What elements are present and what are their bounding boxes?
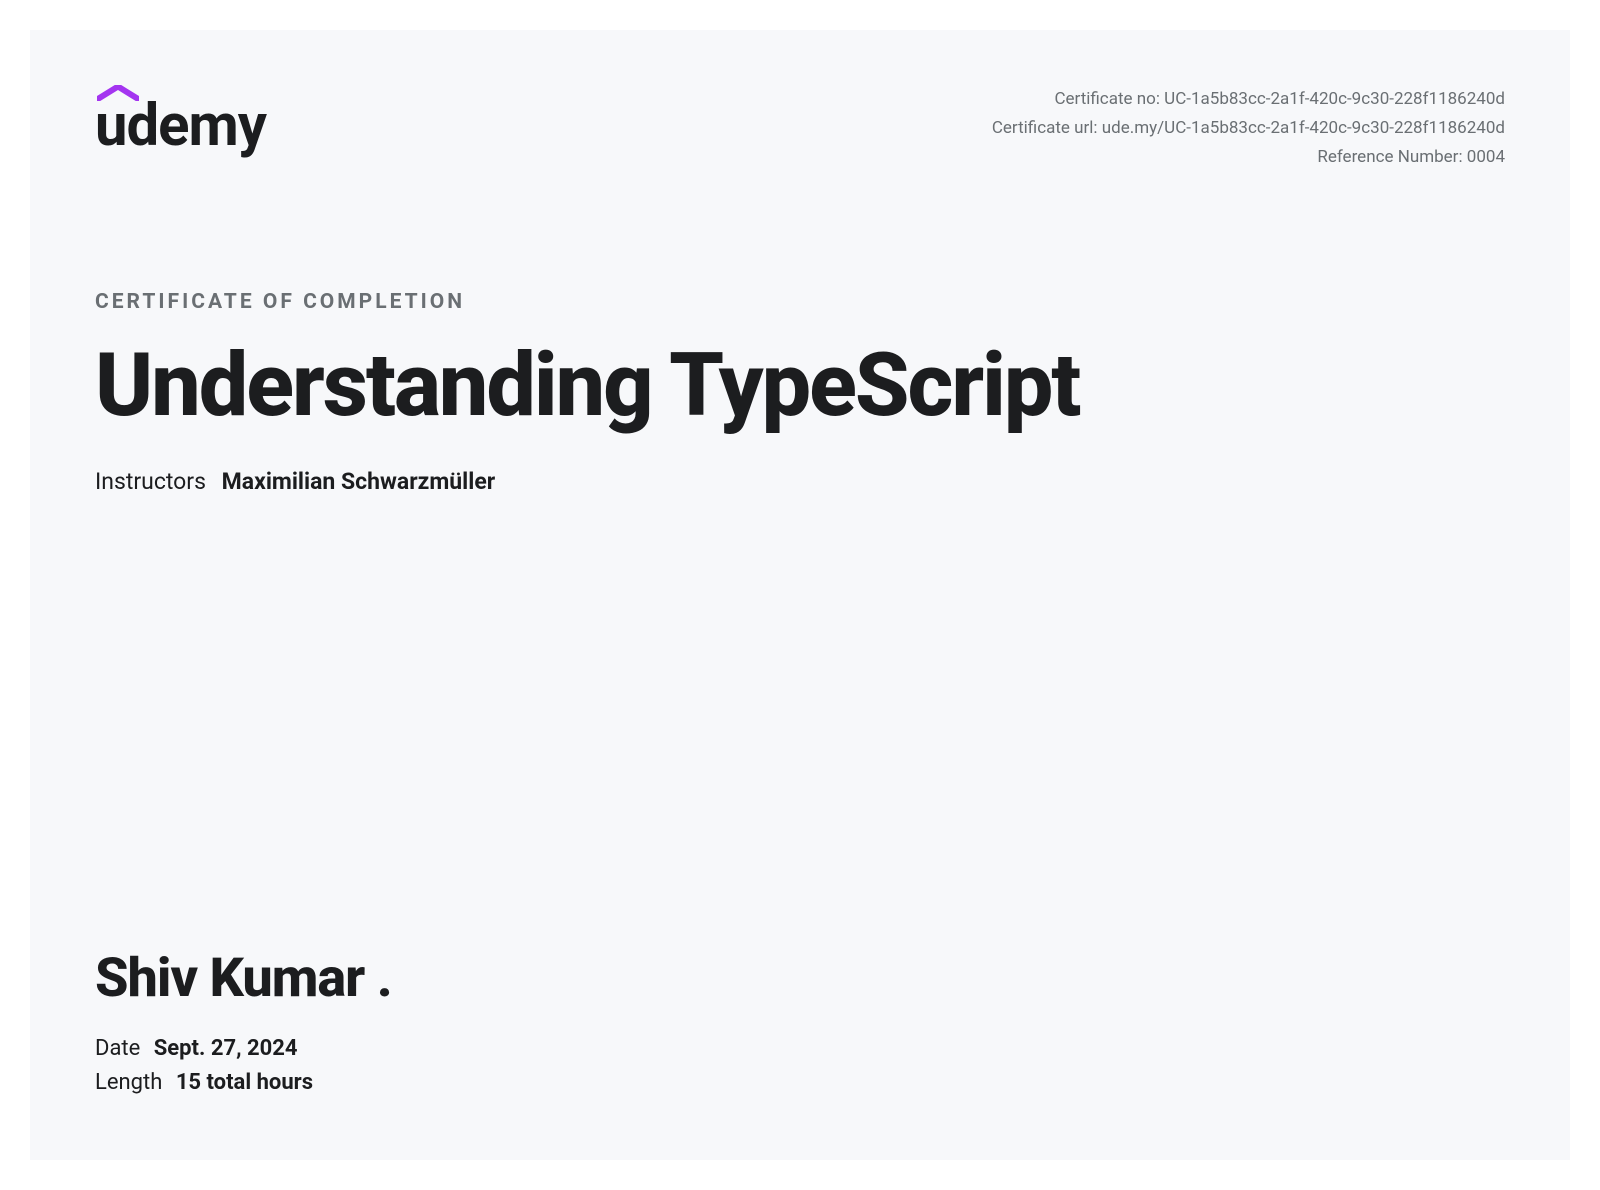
certificate-url-label: Certificate url:: [992, 118, 1102, 138]
course-title: Understanding TypeScript: [95, 340, 1505, 432]
instructors-line: Instructors Maximilian Schwarzmüller: [95, 468, 1505, 495]
length-value: 15 total hours: [176, 1070, 313, 1095]
certificate-number-value: UC-1a5b83cc-2a1f-420c-9c30-228f1186240d: [1164, 89, 1505, 109]
completion-date: Date Sept. 27, 2024: [95, 1032, 1505, 1066]
recipient-name: Shiv Kumar .: [95, 947, 1505, 1010]
certificate-number-label: Certificate no:: [1054, 89, 1164, 109]
date-value: Sept. 27, 2024: [154, 1036, 298, 1061]
certificate-meta: Certificate no: UC-1a5b83cc-2a1f-420c-9c…: [992, 85, 1505, 172]
length-label: Length: [95, 1070, 162, 1095]
certificate-header: udemy Certificate no: UC-1a5b83cc-2a1f-4…: [95, 85, 1505, 172]
certificate-number: Certificate no: UC-1a5b83cc-2a1f-420c-9c…: [992, 85, 1505, 114]
udemy-logo: udemy: [95, 85, 266, 155]
instructors-label: Instructors: [95, 468, 206, 495]
certificate-url-value: ude.my/UC-1a5b83cc-2a1f-420c-9c30-228f11…: [1102, 118, 1505, 138]
reference-number-value: 0004: [1467, 147, 1505, 167]
certificate-body-top: Certificate of Completion Understanding …: [95, 290, 1505, 495]
certificate-container: udemy Certificate no: UC-1a5b83cc-2a1f-4…: [30, 30, 1570, 1160]
reference-number: Reference Number: 0004: [992, 143, 1505, 172]
certificate-url: Certificate url: ude.my/UC-1a5b83cc-2a1f…: [992, 114, 1505, 143]
date-label: Date: [95, 1036, 140, 1061]
reference-number-label: Reference Number:: [1317, 147, 1466, 167]
course-length: Length 15 total hours: [95, 1066, 1505, 1100]
udemy-logo-text: udemy: [95, 97, 266, 155]
certificate-body-bottom: Shiv Kumar . Date Sept. 27, 2024 Length …: [95, 947, 1505, 1105]
certificate-heading: Certificate of Completion: [95, 290, 1505, 314]
instructors-value: Maximilian Schwarzmüller: [222, 468, 496, 495]
